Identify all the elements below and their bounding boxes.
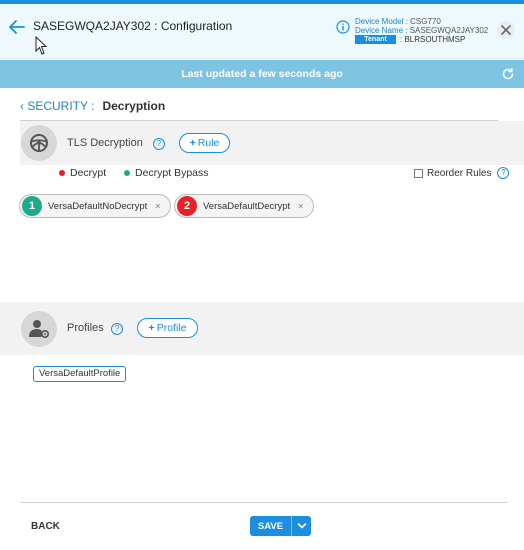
breadcrumb: ‹ SECURITY : Decryption <box>20 99 165 113</box>
rule-number-badge: 1 <box>22 196 42 216</box>
reorder-rules: Reorder Rules ? <box>414 167 510 179</box>
save-button[interactable]: SAVE <box>250 516 291 536</box>
page-title: SASEGWQA2JAY302 : Configuration <box>33 19 233 33</box>
profiles-avatar <box>21 311 57 347</box>
device-model-value: CSG770 <box>410 17 441 26</box>
steering-wheel-icon <box>30 134 48 152</box>
profiles-section-title: Profiles <box>67 322 104 334</box>
profile-tag[interactable]: VersaDefaultProfile <box>33 366 127 382</box>
rule-chip[interactable]: 2 VersaDefaultDecrypt × <box>174 194 314 218</box>
add-rule-label: Rule <box>197 137 220 149</box>
tls-help-icon[interactable]: ? <box>153 138 165 150</box>
device-model-label: Device Model : <box>355 17 411 26</box>
add-profile-button[interactable]: + Profile <box>137 318 198 338</box>
profiles-help-icon[interactable]: ? <box>111 323 123 335</box>
breadcrumb-back[interactable]: ‹ SECURITY : <box>20 99 94 113</box>
config-header: SASEGWQA2JAY302 : Configuration Device M… <box>0 4 524 59</box>
add-profile-label: Profile <box>156 322 187 334</box>
legend-decrypt-bypass-label: Decrypt Bypass <box>135 167 209 179</box>
legend-decrypt: Decrypt <box>59 167 106 179</box>
device-name-value: SASEGWQA2JAY302 <box>409 26 489 35</box>
reorder-rules-checkbox[interactable] <box>414 168 423 178</box>
rule-number-badge: 2 <box>177 196 197 216</box>
save-dropdown-button[interactable] <box>291 516 311 536</box>
save-button-group: SAVE <box>250 516 311 536</box>
device-name-label: Device Name : <box>355 26 410 35</box>
tls-avatar <box>21 125 57 161</box>
remove-rule-icon[interactable]: × <box>155 201 160 211</box>
legend-decrypt-label: Decrypt <box>70 167 107 179</box>
breadcrumb-parent[interactable]: SECURITY : <box>27 99 94 113</box>
add-rule-button[interactable]: + Rule <box>179 133 230 153</box>
rule-name: VersaDefaultNoDecrypt <box>48 200 148 212</box>
remove-rule-icon[interactable]: × <box>298 201 303 211</box>
rule-name: VersaDefaultDecrypt <box>203 200 291 212</box>
status-bar: Last updated a few seconds ago <box>0 60 524 88</box>
breadcrumb-current: Decryption <box>102 99 166 113</box>
tls-section-title: TLS Decryption <box>67 137 143 149</box>
device-info: Device Model : CSG770 Device Name : SASE… <box>355 17 488 44</box>
footer-divider <box>20 502 508 503</box>
decrypt-bypass-dot-icon <box>124 170 130 176</box>
decrypt-dot-icon <box>59 170 65 176</box>
info-icon[interactable] <box>336 20 350 34</box>
mouse-cursor-icon <box>35 36 48 55</box>
tenant-badge: Tenant <box>355 35 396 44</box>
tenant-name: : BLRSOUTHMSP <box>400 35 466 44</box>
close-icon[interactable] <box>496 20 516 40</box>
plus-icon: + <box>189 137 196 149</box>
legend-decrypt-bypass: Decrypt Bypass <box>124 167 209 179</box>
user-settings-icon <box>29 320 50 339</box>
back-button[interactable]: BACK <box>31 521 60 532</box>
reorder-help-icon[interactable]: ? <box>497 167 510 179</box>
last-updated-text: Last updated a few seconds ago <box>181 68 343 80</box>
plus-icon: + <box>148 322 155 334</box>
refresh-icon[interactable] <box>501 67 515 81</box>
reorder-rules-label: Reorder Rules <box>427 167 492 179</box>
back-arrow-icon[interactable] <box>8 18 26 36</box>
rule-chip[interactable]: 1 VersaDefaultNoDecrypt × <box>19 194 171 218</box>
chevron-down-icon <box>297 523 306 529</box>
